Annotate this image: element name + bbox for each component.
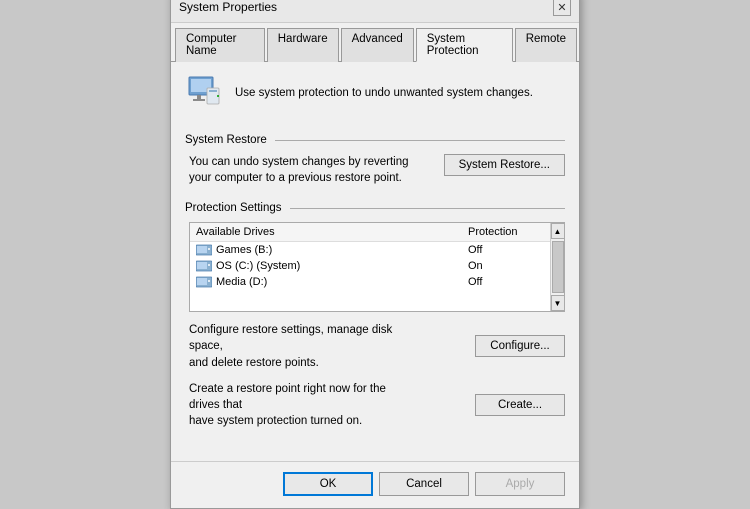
title-bar: System Properties ✕	[171, 0, 579, 23]
system-restore-desc: You can undo system changes by reverting…	[189, 154, 409, 186]
drives-table: Available Drives Protection Games (B:) O…	[189, 222, 565, 312]
footer-buttons: OK Cancel Apply	[171, 461, 579, 508]
dialog-title: System Properties	[179, 0, 277, 14]
tab-system-protection[interactable]: System Protection	[416, 28, 513, 62]
tab-remote[interactable]: Remote	[515, 28, 577, 62]
configure-desc: Configure restore settings, manage disk …	[189, 322, 419, 370]
drive-protection-0: Off	[468, 244, 558, 256]
drive-icon-2	[196, 276, 212, 288]
configure-section: Configure restore settings, manage disk …	[185, 322, 565, 370]
protection-settings-label: Protection Settings	[185, 202, 565, 214]
create-section: Create a restore point right now for the…	[185, 381, 565, 429]
drive-icon-1	[196, 260, 212, 272]
tab-advanced[interactable]: Advanced	[341, 28, 414, 62]
system-properties-dialog: System Properties ✕ Computer Name Hardwa…	[170, 0, 580, 509]
drive-protection-1: On	[468, 260, 558, 272]
drive-name-0: Games (B:)	[216, 244, 468, 256]
system-restore-divider	[275, 140, 565, 141]
protection-settings-title: Protection Settings	[185, 202, 282, 214]
create-desc: Create a restore point right now for the…	[189, 381, 419, 429]
protection-settings-divider	[290, 208, 565, 209]
cancel-button[interactable]: Cancel	[379, 472, 469, 496]
system-restore-button[interactable]: System Restore...	[444, 154, 565, 176]
drive-name-2: Media (D:)	[216, 276, 468, 288]
drive-row[interactable]: OS (C:) (System) On	[190, 258, 564, 274]
scroll-thumb[interactable]	[552, 241, 564, 293]
table-scrollbar[interactable]: ▲ ▼	[550, 223, 564, 311]
intro-section: Use system protection to undo unwanted s…	[185, 74, 565, 122]
intro-text: Use system protection to undo unwanted s…	[235, 87, 533, 99]
system-restore-title: System Restore	[185, 134, 267, 146]
drives-table-header: Available Drives Protection	[190, 223, 564, 242]
col-protection-header: Protection	[468, 226, 558, 238]
system-restore-content: You can undo system changes by reverting…	[185, 154, 565, 186]
create-button[interactable]: Create...	[475, 394, 565, 416]
close-button[interactable]: ✕	[553, 0, 571, 16]
system-restore-label: System Restore	[185, 134, 565, 146]
scroll-up-button[interactable]: ▲	[551, 223, 565, 239]
col-drives-header: Available Drives	[196, 226, 468, 238]
tab-content: Use system protection to undo unwanted s…	[171, 62, 579, 451]
apply-button[interactable]: Apply	[475, 472, 565, 496]
drive-icon-0	[196, 244, 212, 256]
scroll-down-button[interactable]: ▼	[551, 295, 565, 311]
ok-button[interactable]: OK	[283, 472, 373, 496]
drive-row[interactable]: Media (D:) Off	[190, 274, 564, 290]
tab-hardware[interactable]: Hardware	[267, 28, 339, 62]
computer-icon	[185, 74, 223, 112]
drive-protection-2: Off	[468, 276, 558, 288]
tab-computer-name[interactable]: Computer Name	[175, 28, 265, 62]
configure-button[interactable]: Configure...	[475, 335, 565, 357]
drive-row[interactable]: Games (B:) Off	[190, 242, 564, 258]
drive-name-1: OS (C:) (System)	[216, 260, 468, 272]
tabs-container: Computer Name Hardware Advanced System P…	[171, 23, 579, 62]
